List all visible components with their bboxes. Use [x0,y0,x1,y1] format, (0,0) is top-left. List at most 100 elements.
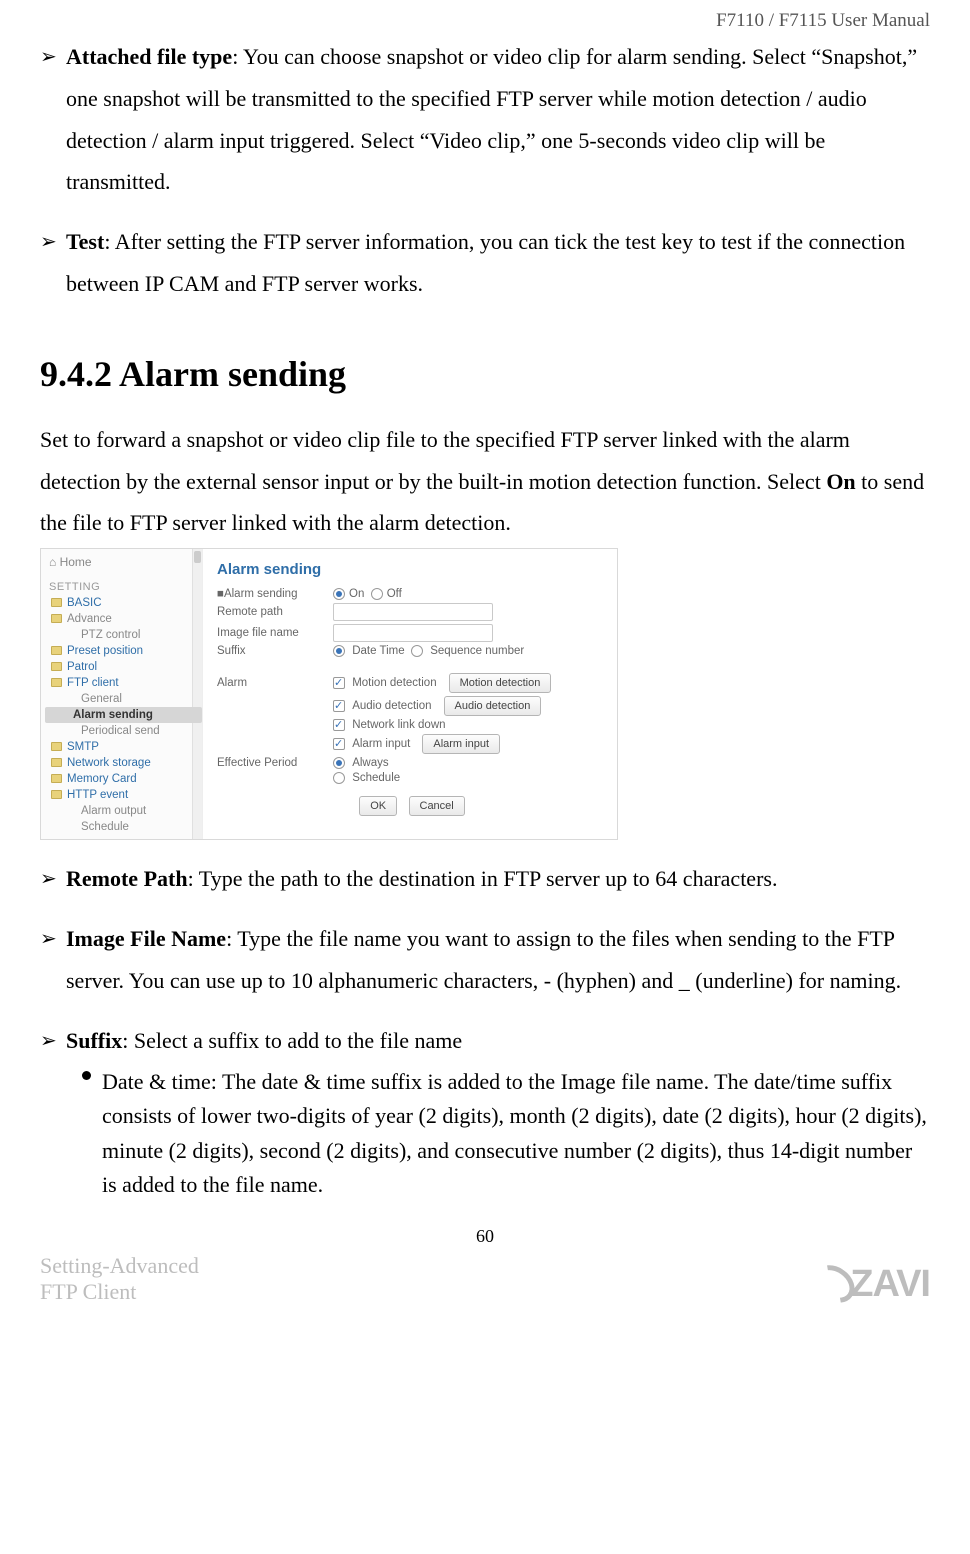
input-remote-path[interactable] [333,603,493,621]
cancel-button[interactable]: Cancel [409,796,465,816]
settings-screenshot: ⌂ Home SETTING BASIC Advance PTZ control… [40,548,618,840]
folder-icon [51,774,62,783]
bullet-attached-file-type: ➢ Attached file type: You can choose sna… [40,36,930,203]
radio-date-time[interactable] [333,645,345,657]
folder-icon [51,614,62,623]
input-image-file-name[interactable] [333,624,493,642]
check-netlink[interactable] [333,719,345,731]
check-motion[interactable] [333,677,345,689]
radio-on-label: On [349,588,364,600]
sub-bullet-date-time: Date & time: The date & time suffix is a… [40,1065,930,1201]
sidebar-heading: SETTING [45,575,202,595]
sidebar-item-periodical[interactable]: Periodical send [45,723,202,739]
sidebar-item-patrol[interactable]: Patrol [45,659,202,675]
folder-icon [51,598,62,607]
intro-bold: On [826,469,855,494]
intro-text-1: Set to forward a snapshot or video clip … [40,427,850,494]
radio-on[interactable] [333,588,345,600]
check-motion-label: Motion detection [352,677,436,689]
chevron-icon: ➢ [40,38,57,76]
folder-icon [51,790,62,799]
radio-off-label: Off [387,588,402,600]
row-image-file-name: Image file name [217,624,607,642]
footer-left: Setting-Advanced FTP Client [40,1253,199,1306]
radio-schedule[interactable] [333,772,345,784]
row-label: Alarm sending [224,588,298,600]
row-label: Alarm [217,677,333,689]
bullet-text: : Select a suffix to add to the file nam… [122,1028,462,1053]
bullet-remote-path: ➢ Remote Path: Type the path to the dest… [40,858,930,900]
row-label: Remote path [217,606,333,618]
sidebar-item-httpevent[interactable]: HTTP event [45,787,202,803]
sidebar-item-ptz[interactable]: PTZ control [45,627,202,643]
radio-schedule-label: Schedule [352,772,400,784]
row-netlink: Network link down [217,719,607,731]
ok-button[interactable]: OK [359,796,397,816]
sub-bullet-label: Date & time [102,1069,211,1094]
row-effective: Effective Period Always [217,757,607,769]
panel-title: Alarm sending [217,561,607,578]
sidebar-item-basic[interactable]: BASIC [45,595,202,611]
footer-line2: FTP Client [40,1279,199,1305]
row-schedule-opt: Schedule [217,772,607,784]
check-netlink-label: Network link down [352,719,445,731]
row-alarm-sending: ■ Alarm sending On Off [217,588,607,600]
check-audio[interactable] [333,700,345,712]
bullet-suffix: ➢ Suffix: Select a suffix to add to the … [40,1020,930,1062]
sidebar-item-alarmout[interactable]: Alarm output [45,803,202,819]
sidebar-home-label: Home [60,555,92,569]
radio-off[interactable] [371,588,383,600]
page-number: 60 [476,1226,494,1247]
sidebar: ⌂ Home SETTING BASIC Advance PTZ control… [41,549,203,839]
btn-alarm-input[interactable]: Alarm input [422,734,500,754]
chevron-icon: ➢ [40,920,57,958]
row-remote-path: Remote path [217,603,607,621]
folder-icon [51,678,62,687]
bullet-label: Attached file type [66,44,232,69]
radio-always[interactable] [333,757,345,769]
bullet-label: Test [66,229,104,254]
sidebar-item-ftp[interactable]: FTP client [45,675,202,691]
row-audio: Audio detection Audio detection [217,696,607,716]
bullet-test: ➢ Test: After setting the FTP server inf… [40,221,930,305]
bullet-image-file-name: ➢ Image File Name: Type the file name yo… [40,918,930,1002]
folder-icon [51,758,62,767]
radio-sequence-label: Sequence number [430,645,524,657]
sidebar-item-netstorage[interactable]: Network storage [45,755,202,771]
radio-sequence[interactable] [411,645,423,657]
sidebar-item-schedule[interactable]: Schedule [45,819,202,835]
radio-date-time-label: Date Time [352,645,404,657]
section-title: 9.4.2 Alarm sending [40,353,930,395]
sidebar-item-general[interactable]: General [45,691,202,707]
section-intro: Set to forward a snapshot or video clip … [40,419,930,544]
folder-icon [51,742,62,751]
row-label: Image file name [217,627,333,639]
folder-icon [51,646,62,655]
check-alarm-input-label: Alarm input [352,738,410,750]
bullet-text: : Type the path to the destination in FT… [188,866,778,891]
sidebar-item-preset[interactable]: Preset position [45,643,202,659]
sidebar-item-smtp[interactable]: SMTP [45,739,202,755]
bullet-text: : After setting the FTP server informati… [66,229,905,296]
disc-icon [82,1071,91,1080]
page-footer: Setting-Advanced FTP Client 60 ZAVI [40,1226,930,1306]
brand-logo-text: ZAVI [850,1263,930,1306]
radio-always-label: Always [352,757,388,769]
row-label: Suffix [217,645,333,657]
btn-motion-detection[interactable]: Motion detection [449,673,552,693]
bullet-label: Remote Path [66,866,188,891]
row-suffix: Suffix Date Time Sequence number [217,645,607,657]
sidebar-home[interactable]: ⌂ Home [45,553,202,575]
panel-button-row: OK Cancel [217,796,607,816]
row-label: Effective Period [217,757,333,769]
check-audio-label: Audio detection [352,700,431,712]
folder-icon [51,662,62,671]
sidebar-item-advance[interactable]: Advance [45,611,202,627]
check-alarm-input[interactable] [333,738,345,750]
chevron-icon: ➢ [40,860,57,898]
btn-audio-detection[interactable]: Audio detection [444,696,542,716]
sidebar-item-alarm-sending[interactable]: Alarm sending [45,707,202,723]
settings-panel: Alarm sending ■ Alarm sending On Off Rem… [203,549,617,839]
sidebar-item-memcard[interactable]: Memory Card [45,771,202,787]
bullet-label: Suffix [66,1028,122,1053]
